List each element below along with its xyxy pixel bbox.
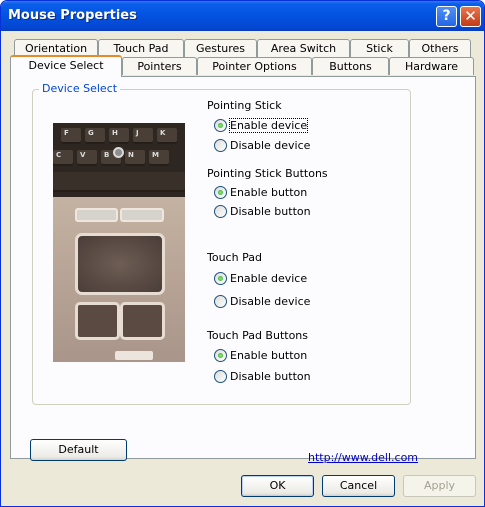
stick-buttons-enable-label: Enable button — [230, 186, 308, 199]
pad-left-button-image — [75, 302, 120, 340]
tab-stick[interactable]: Stick — [350, 39, 409, 57]
touch-pad-buttons-label: Touch Pad Buttons — [207, 329, 309, 342]
stick-left-button-image — [75, 208, 118, 222]
touchpad-image — [75, 233, 165, 295]
radio-selected-icon — [214, 119, 227, 132]
key-h: H — [109, 128, 129, 144]
key-f: F — [61, 128, 81, 144]
default-button[interactable]: Default — [30, 439, 127, 461]
key-n: N — [125, 150, 145, 166]
radio-icon — [214, 370, 227, 383]
latch-image — [115, 351, 153, 360]
touch-pad-label: Touch Pad — [207, 251, 262, 264]
pointing-stick-enable-label: Enable device — [228, 118, 309, 133]
radio-selected-icon — [214, 186, 227, 199]
touch-pad-disable-label: Disable device — [230, 295, 311, 308]
mouse-properties-window: Mouse Properties ? ✕ Orientation Touch P… — [0, 0, 485, 507]
help-button[interactable]: ? — [436, 6, 457, 27]
key-row — [53, 172, 185, 192]
pointing-stick-image — [113, 147, 124, 158]
key-g: G — [85, 128, 105, 144]
pad-buttons-enable-label: Enable button — [230, 349, 308, 362]
tab-gestures[interactable]: Gestures — [184, 39, 257, 57]
tab-pointers[interactable]: Pointers — [122, 57, 197, 75]
touch-pad-enable-label: Enable device — [230, 272, 308, 285]
apply-button[interactable]: Apply — [403, 475, 476, 497]
radio-icon — [214, 139, 227, 152]
key-v: V — [77, 150, 97, 166]
ok-button[interactable]: OK — [241, 475, 314, 497]
laptop-illustration: F G H J K C V B N M — [53, 123, 185, 362]
tab-area-switch[interactable]: Area Switch — [257, 39, 350, 57]
radio-icon — [214, 205, 227, 218]
tab-panel: Device Select F G H J K C V B N M Pointi… — [10, 76, 476, 464]
pointing-stick-disable-label: Disable device — [230, 139, 311, 152]
key-j: J — [133, 128, 153, 144]
dell-link[interactable]: http://www.dell.com — [308, 451, 418, 464]
stick-right-button-image — [120, 208, 164, 222]
device-select-group: Device Select F G H J K C V B N M Pointi… — [32, 82, 411, 405]
tab-buttons[interactable]: Buttons — [312, 57, 389, 75]
radio-selected-icon — [214, 272, 227, 285]
close-button[interactable]: ✕ — [460, 6, 481, 27]
title-bar[interactable]: Mouse Properties ? ✕ — [1, 1, 484, 31]
pointing-stick-label: Pointing Stick — [207, 99, 282, 112]
radio-icon — [214, 295, 227, 308]
group-title: Device Select — [39, 82, 121, 95]
key-c: C — [53, 150, 73, 166]
tab-pointer-options[interactable]: Pointer Options — [197, 57, 312, 75]
stick-buttons-disable-label: Disable button — [230, 205, 311, 218]
pad-buttons-disable-label: Disable button — [230, 370, 311, 383]
help-icon: ? — [442, 8, 451, 24]
window-title: Mouse Properties — [8, 8, 137, 23]
close-icon: ✕ — [464, 7, 477, 25]
key-m: M — [149, 150, 169, 166]
key-k: K — [157, 128, 177, 144]
cancel-button[interactable]: Cancel — [322, 475, 395, 497]
tab-device-select[interactable]: Device Select — [10, 55, 122, 77]
radio-selected-icon — [214, 349, 227, 362]
pad-right-button-image — [120, 302, 165, 340]
keyboard-image: F G H J K C V B N M — [53, 123, 185, 197]
tab-hardware[interactable]: Hardware — [389, 57, 474, 75]
tab-others[interactable]: Others — [409, 39, 471, 57]
pointing-stick-buttons-label: Pointing Stick Buttons — [207, 167, 328, 180]
